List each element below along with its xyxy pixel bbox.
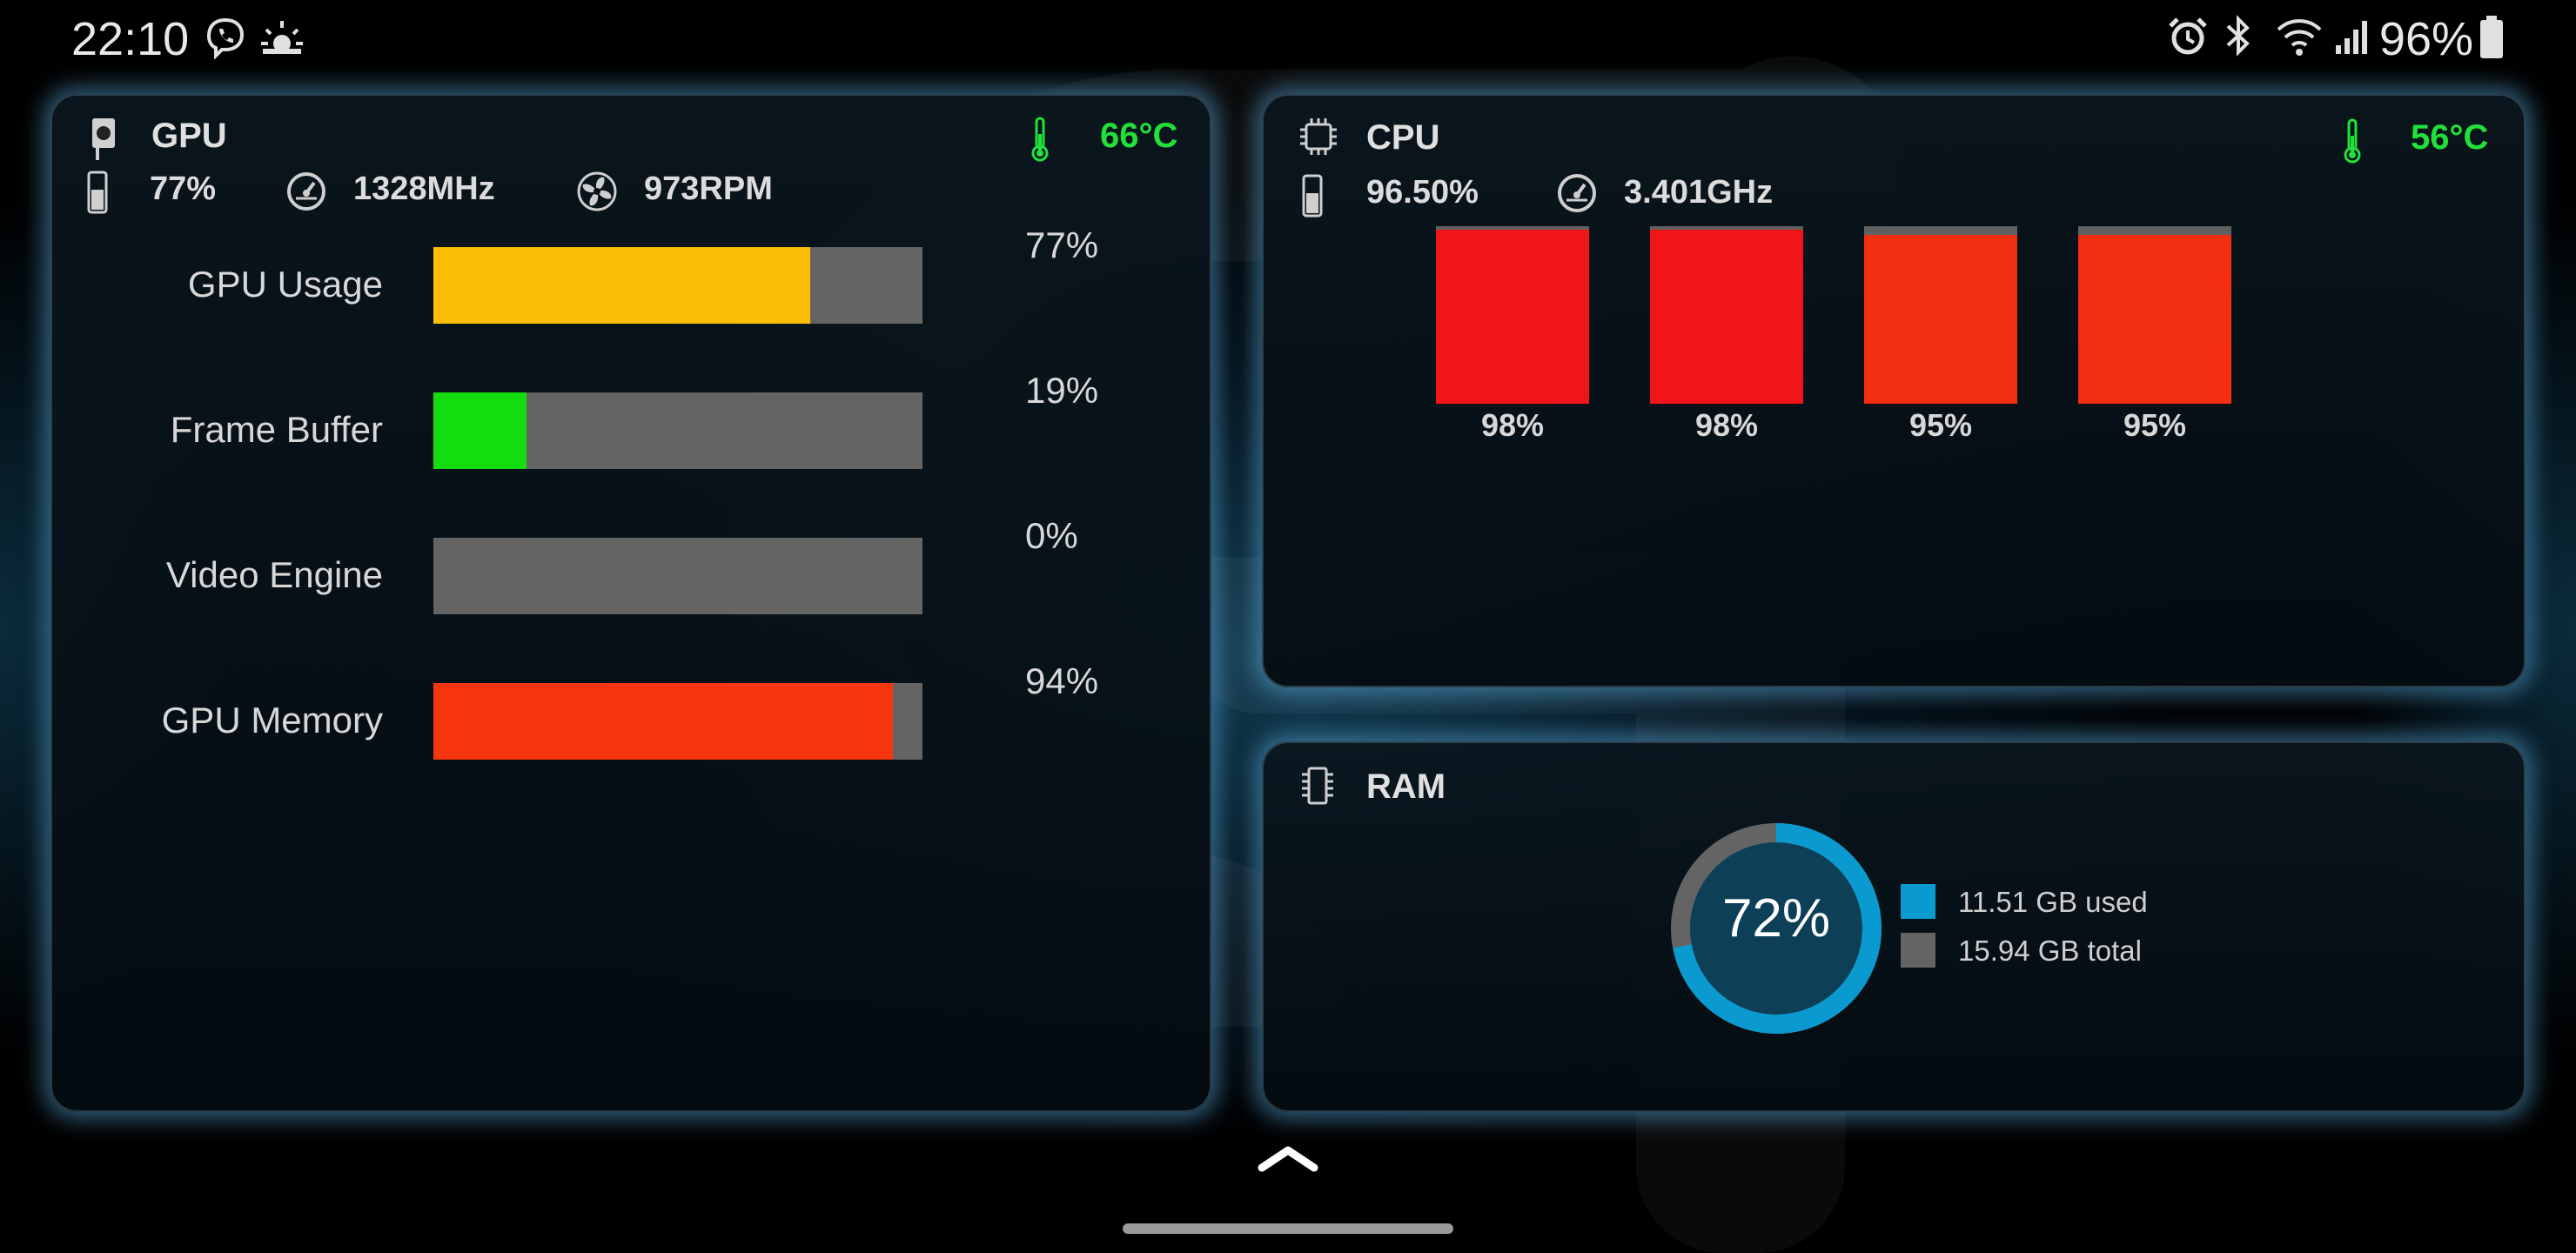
cpu-panel[interactable]: CPU 56°C 96.50% 3.401GHz 98% 98% 95% 95% <box>1262 94 2526 687</box>
weather-icon <box>259 17 305 62</box>
cpu-clock-value: 3.401GHz <box>1624 174 1774 211</box>
viber-icon <box>204 16 247 64</box>
gpu-usage-bar-fill <box>433 247 810 324</box>
battery-percent: 96% <box>2378 13 2473 65</box>
frame-buffer-bar-fill <box>433 392 527 469</box>
cpu-chip-icon <box>1298 117 1338 161</box>
legend-total-label: 15.94 GB total <box>1958 935 2142 967</box>
gpu-memory-label: GPU Memory <box>161 700 383 740</box>
ram-title: RAM <box>1366 767 1446 806</box>
status-bar: 22:10 96% <box>0 0 2576 75</box>
chevron-up-icon[interactable] <box>1257 1142 1319 1177</box>
legend-total-swatch <box>1901 933 1935 968</box>
signal-icon <box>2334 17 2372 60</box>
gpu-memory-bar <box>433 683 922 760</box>
graphics-card-icon <box>89 115 120 166</box>
video-engine-percent: 0% <box>1025 515 1078 556</box>
gpu-fan-value: 973RPM <box>644 171 773 207</box>
alarm-icon <box>2167 16 2209 62</box>
frame-buffer-bar <box>433 392 922 469</box>
video-engine-bar <box>433 538 922 614</box>
gpu-usage-bar <box>433 247 922 324</box>
speedometer-icon <box>285 171 327 217</box>
ram-percent: 72% <box>1721 888 1831 948</box>
gpu-memory-bar-fill <box>433 683 894 760</box>
cpu-core-1-fill <box>1436 230 1589 404</box>
bluetooth-icon <box>2223 14 2254 62</box>
cpu-core-3-fill <box>1864 235 2017 404</box>
gpu-panel[interactable]: GPU 66°C 77% 1328MHz 973RPM GPU Usage 77… <box>50 94 1211 1112</box>
gpu-clock-value: 1328MHz <box>353 171 495 207</box>
legend-used-swatch <box>1901 884 1935 919</box>
legend-used-label: 11.51 GB used <box>1958 886 2148 918</box>
cpu-core-4-label: 95% <box>2123 407 2187 443</box>
cpu-core-1-bar <box>1436 226 1589 404</box>
gpu-usage-label: GPU Usage <box>187 264 383 305</box>
gpu-memory-percent: 94% <box>1025 660 1099 701</box>
gpu-usage-value: 77% <box>150 171 217 207</box>
ram-chip-icon <box>1300 766 1335 810</box>
gpu-title: GPU <box>151 117 227 155</box>
cpu-core-2-label: 98% <box>1694 407 1759 443</box>
usage-meter-icon <box>1302 174 1323 222</box>
fan-icon <box>576 171 618 217</box>
ram-panel[interactable]: RAM 72% 11.51 GB used 15.94 GB total <box>1262 741 2526 1112</box>
cpu-core-4-bar <box>2078 226 2231 404</box>
speedometer-icon <box>1556 172 1598 218</box>
battery-icon <box>2479 16 2505 64</box>
cpu-core-1-label: 98% <box>1480 407 1545 443</box>
thermometer-icon <box>1029 115 1051 166</box>
cpu-core-2-bar <box>1650 226 1803 404</box>
cpu-core-3-bar <box>1864 226 2017 404</box>
cpu-usage-value: 96.50% <box>1366 174 1479 211</box>
cpu-title: CPU <box>1366 118 1440 157</box>
home-indicator[interactable] <box>1123 1223 1453 1234</box>
cpu-core-4-fill <box>2078 235 2231 404</box>
gpu-usage-percent: 77% <box>1025 224 1099 265</box>
wifi-icon <box>2275 16 2324 62</box>
clock-time: 22:10 <box>71 13 190 65</box>
usage-meter-icon <box>87 171 108 218</box>
cpu-core-2-fill <box>1650 230 1803 404</box>
cpu-core-3-label: 95% <box>1909 407 1973 443</box>
thermometer-icon <box>2341 117 2364 168</box>
frame-buffer-percent: 19% <box>1025 370 1099 411</box>
frame-buffer-label: Frame Buffer <box>170 409 383 450</box>
cpu-temperature: 56°C <box>2411 118 2489 157</box>
video-engine-label: Video Engine <box>165 554 383 595</box>
gpu-temperature: 66°C <box>1100 117 1178 155</box>
